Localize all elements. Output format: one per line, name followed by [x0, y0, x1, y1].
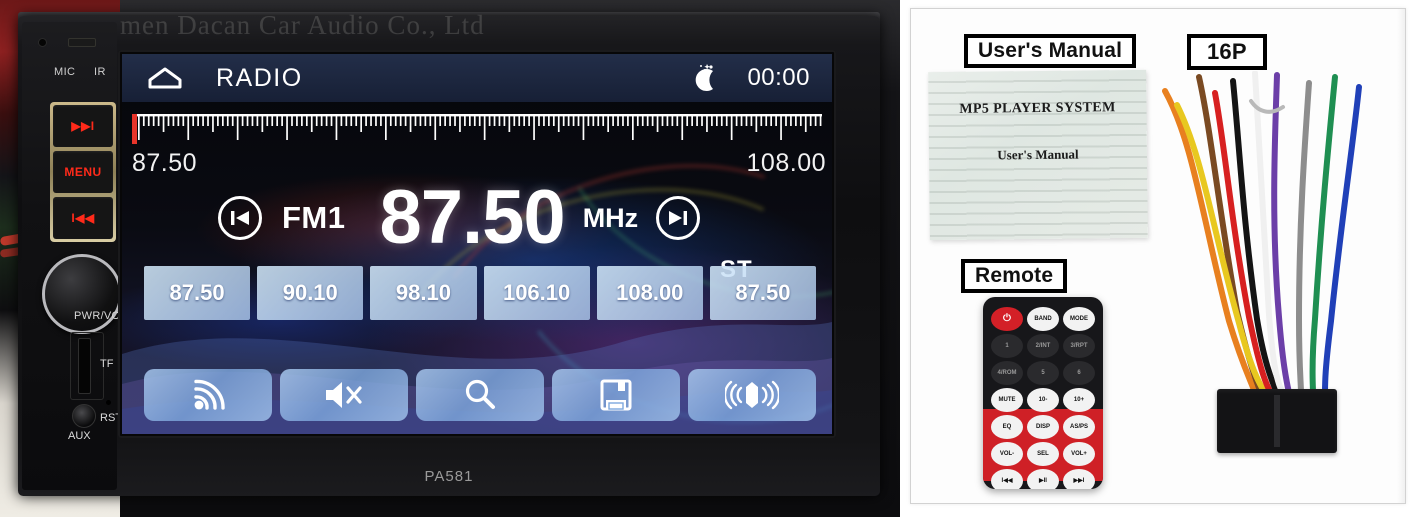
- remote-key[interactable]: MODE: [1063, 307, 1095, 331]
- hardware-control-column: MIC IR ▶▶I MENU I◀◀ PWR/VOL TF AUX RST: [22, 22, 127, 490]
- tuning-marker: [132, 114, 137, 144]
- remote-key[interactable]: SEL: [1027, 442, 1059, 466]
- tuning-ruler-ticks: [132, 114, 822, 140]
- car-stereo-photo: PA581 men Dacan Car Audio Co., Ltd MIC I…: [0, 0, 900, 517]
- preset-row: 87.50 90.10 98.10 106.10 108.00 87.50: [144, 266, 817, 320]
- signal-button[interactable]: [144, 369, 272, 421]
- touchscreen[interactable]: RADIO 00:00 87.50 108.00 FM1 87.50 MHz 8…: [122, 54, 832, 434]
- remote-key[interactable]: 2/INT: [1027, 334, 1059, 358]
- floppy-save-icon: [600, 379, 632, 411]
- microphone-hole: [38, 38, 47, 47]
- band-label: FM1: [282, 200, 346, 235]
- screen-toolbar: [144, 369, 816, 421]
- remote-key[interactable]: ▶II: [1027, 469, 1059, 489]
- mic-label: MIC: [54, 66, 76, 78]
- loudness-button[interactable]: [688, 369, 816, 421]
- save-button[interactable]: [552, 369, 680, 421]
- remote-key[interactable]: 10-: [1027, 388, 1059, 412]
- ir-receiver-window: [68, 38, 96, 47]
- 16p-connector: [1217, 389, 1337, 453]
- tuning-scale[interactable]: [132, 114, 822, 148]
- preset-button[interactable]: 98.10: [370, 266, 477, 320]
- remote-key[interactable]: AS/PS: [1063, 415, 1095, 439]
- next-track-button[interactable]: ▶▶I: [53, 105, 113, 147]
- tf-card-slot[interactable]: [78, 338, 91, 394]
- skip-next-icon[interactable]: [656, 196, 701, 240]
- remote-key[interactable]: ⏻: [991, 307, 1023, 331]
- hardware-button-stack: ▶▶I MENU I◀◀: [50, 102, 116, 242]
- remote-key[interactable]: 4/ROM: [991, 361, 1023, 385]
- manual-title: MP5 PLAYER SYSTEM: [959, 100, 1116, 117]
- remote-key[interactable]: VOL+: [1063, 442, 1095, 466]
- remote-key[interactable]: VOL-: [991, 442, 1023, 466]
- power-volume-knob[interactable]: [42, 254, 122, 334]
- speaker-mute-icon: [322, 379, 366, 411]
- aux-jack[interactable]: [72, 404, 96, 428]
- aux-label: AUX: [68, 430, 91, 442]
- accessories-photo: User's Manual 16P Remote MP5 PLAYER SYST…: [910, 8, 1406, 504]
- wifi-signal-icon: [188, 378, 228, 412]
- preset-button[interactable]: 90.10: [257, 266, 364, 320]
- callout-remote: Remote: [961, 259, 1068, 293]
- frequency-unit: MHz: [582, 202, 639, 233]
- remote-key[interactable]: DISP: [1027, 415, 1059, 439]
- preset-button[interactable]: 106.10: [483, 266, 590, 320]
- remote-key[interactable]: ▶▶I: [1063, 469, 1095, 489]
- search-icon: [462, 378, 498, 412]
- prev-track-button[interactable]: I◀◀: [53, 197, 113, 239]
- menu-button[interactable]: MENU: [53, 151, 113, 193]
- preset-button[interactable]: 87.50: [144, 266, 251, 320]
- home-icon[interactable]: [148, 67, 182, 89]
- tf-label: TF: [100, 358, 114, 370]
- remote-key[interactable]: 6: [1063, 361, 1095, 385]
- frequency-value: 87.50: [379, 175, 566, 260]
- remote-key[interactable]: 10+: [1063, 388, 1095, 412]
- remote-control: ⏻ BAND MODE 1 2/INT 3/RPT 4/ROM 5 6 MUTE 10- 10+ EQ D…: [983, 297, 1103, 489]
- mute-button[interactable]: [280, 369, 408, 421]
- preset-button[interactable]: 87.50: [709, 266, 817, 320]
- remote-key[interactable]: 3/RPT: [1063, 334, 1095, 358]
- screenshot-root: PA581 men Dacan Car Audio Co., Ltd MIC I…: [0, 0, 1412, 517]
- topbar-right-group: 00:00: [687, 63, 810, 93]
- manual-subtitle: User's Manual: [997, 146, 1079, 163]
- frequency-row: FM1 87.50 MHz: [122, 172, 832, 264]
- callout-16p: 16P: [1187, 34, 1267, 70]
- moon-stars-icon[interactable]: [687, 63, 721, 93]
- remote-key[interactable]: I◀◀: [991, 469, 1023, 489]
- wire-harness: [1159, 71, 1387, 471]
- model-label: PA581: [424, 468, 474, 485]
- remote-keypad: ⏻ BAND MODE 1 2/INT 3/RPT 4/ROM 5 6 MUTE 10- 10+ EQ D…: [983, 297, 1103, 489]
- screen-title: RADIO: [216, 63, 303, 92]
- callout-users-manual: User's Manual: [964, 34, 1137, 68]
- clock: 00:00: [747, 64, 810, 91]
- reset-pinhole[interactable]: [106, 400, 111, 405]
- ir-label: IR: [94, 66, 106, 78]
- watermark-text: men Dacan Car Audio Co., Ltd: [120, 10, 485, 40]
- users-manual-booklet: MP5 PLAYER SYSTEM User's Manual: [928, 69, 1148, 241]
- remote-key[interactable]: BAND: [1027, 307, 1059, 331]
- remote-key[interactable]: 1: [991, 334, 1023, 358]
- skip-previous-icon[interactable]: [218, 196, 262, 240]
- scan-button[interactable]: [416, 369, 544, 421]
- preset-button[interactable]: 108.00: [596, 266, 703, 320]
- remote-key[interactable]: 5: [1027, 361, 1059, 385]
- remote-key[interactable]: EQ: [991, 415, 1023, 439]
- loudness-speaker-icon: [725, 380, 779, 410]
- remote-key[interactable]: MUTE: [991, 388, 1023, 412]
- screen-topbar: RADIO 00:00: [122, 54, 832, 102]
- photo-edge-shadow: [1397, 9, 1405, 503]
